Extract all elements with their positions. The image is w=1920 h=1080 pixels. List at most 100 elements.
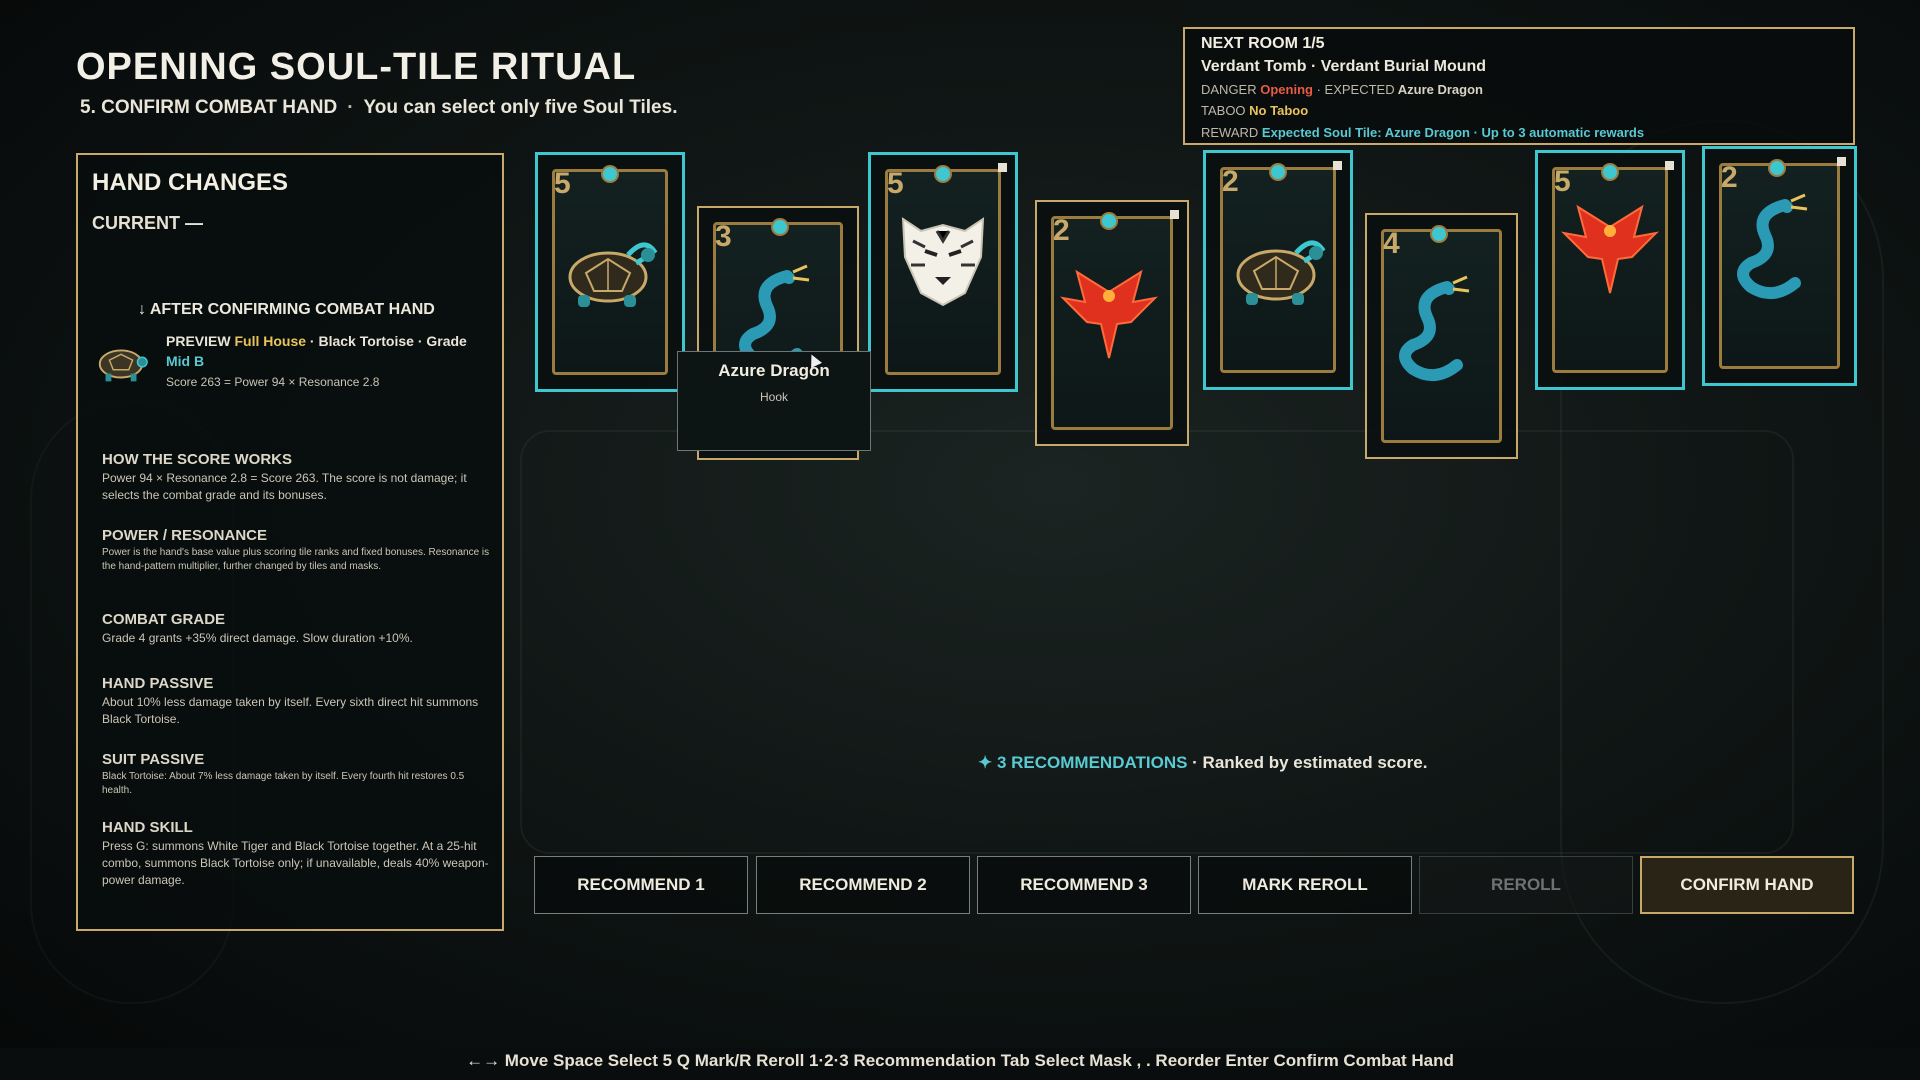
- section-body: About 10% less damage taken by itself. E…: [102, 695, 479, 726]
- preview-grade: Mid B: [166, 353, 205, 369]
- after-confirm-heading: ↓ AFTER CONFIRMING COMBAT HAND: [138, 301, 435, 318]
- recommend-3-button[interactable]: RECOMMEND 3: [977, 856, 1191, 914]
- card-rank: 2: [1222, 165, 1239, 198]
- corner-marker: [1665, 161, 1674, 170]
- gem-icon: [601, 165, 619, 183]
- soul-tile-card[interactable]: 5: [868, 152, 1018, 392]
- tiger-icon: [901, 217, 985, 307]
- section-body: Power is the hand's base value plus scor…: [102, 547, 490, 572]
- phoenix-icon: [1060, 269, 1158, 359]
- controls-hints: ←→ Move Space Select 5 Q Mark/R Reroll 1…: [466, 1051, 1454, 1070]
- card-rank: 5: [1554, 165, 1571, 198]
- preview-hand: Full House: [234, 333, 307, 349]
- gem-icon: [1768, 159, 1786, 177]
- card-rank: 3: [715, 220, 732, 253]
- card-rank: 5: [887, 167, 904, 200]
- expected-label: · EXPECTED: [1316, 82, 1395, 97]
- step-label: 5. CONFIRM COMBAT HAND: [80, 97, 338, 118]
- section-heading: POWER / RESONANCE: [102, 527, 268, 544]
- section-suit-passive: SUIT PASSIVE Black Tortoise: About 7% le…: [102, 751, 492, 798]
- section-hand-skill: HAND SKILL Press G: summons White Tiger …: [102, 819, 492, 889]
- separator: ·: [347, 97, 354, 118]
- gem-icon: [1430, 225, 1448, 243]
- soul-tile-card[interactable]: 2: [1702, 146, 1857, 386]
- recommend-2-button[interactable]: RECOMMEND 2: [756, 856, 970, 914]
- score-line: Score 263 = Power 94 × Resonance 2.8: [166, 375, 380, 389]
- reward-value: Expected Soul Tile: Azure Dragon · Up to…: [1261, 125, 1645, 140]
- tooltip-name: Azure Dragon: [718, 361, 830, 380]
- soul-tile-card[interactable]: 5: [1535, 150, 1685, 390]
- step-note: You can select only five Soul Tiles.: [363, 97, 678, 118]
- taboo-label: TABOO: [1201, 103, 1246, 118]
- corner-marker: [1170, 210, 1179, 219]
- dragon-icon: [1399, 275, 1470, 381]
- controls-hint-bar: ←→ Move Space Select 5 Q Mark/R Reroll 1…: [0, 1048, 1920, 1080]
- preview-grade-label: Grade: [426, 333, 467, 349]
- gem-icon: [1100, 212, 1118, 230]
- section-grade: COMBAT GRADE Grade 4 grants +35% direct …: [102, 611, 492, 647]
- page-title: OPENING SOUL-TILE RITUAL: [76, 46, 637, 88]
- gem-icon: [934, 165, 952, 183]
- soul-tile-card[interactable]: 4: [1365, 213, 1518, 459]
- card-rank: 5: [554, 167, 571, 200]
- page-subtitle: 5. CONFIRM COMBAT HAND · You can select on…: [80, 97, 677, 119]
- section-hand-passive: HAND PASSIVE About 10% less damage taken…: [102, 675, 492, 728]
- taboo-value: No Taboo: [1249, 103, 1309, 118]
- soul-tile-card[interactable]: 2: [1203, 150, 1353, 390]
- preview-line: PREVIEW Full House · Black Tortoise · Gr…: [166, 331, 496, 371]
- section-score: HOW THE SCORE WORKS Power 94 × Resonance…: [102, 451, 492, 504]
- preview-suit: Black Tortoise: [318, 333, 414, 349]
- soul-tile-card[interactable]: 2: [1035, 200, 1189, 446]
- next-room-panel: NEXT ROOM 1/5 Verdant Tomb · Verdant Bur…: [1183, 27, 1855, 145]
- section-heading: COMBAT GRADE: [102, 611, 226, 628]
- next-room-location: Verdant Tomb · Verdant Burial Mound: [1201, 58, 1487, 75]
- section-body: Power 94 × Resonance 2.8 = Score 263. Th…: [102, 471, 467, 502]
- recommend-1-button[interactable]: RECOMMEND 1: [534, 856, 748, 914]
- corner-marker: [1333, 161, 1342, 170]
- section-body: Grade 4 grants +35% direct damage. Slow …: [102, 631, 413, 645]
- panel-title: HAND CHANGES: [92, 169, 289, 196]
- section-body: Press G: summons White Tiger and Black T…: [102, 839, 489, 887]
- separator: ·: [309, 333, 315, 349]
- current-hand: CURRENT —: [92, 213, 203, 233]
- gem-icon: [771, 218, 789, 236]
- card-rank: 2: [1053, 214, 1070, 247]
- hand-changes-panel: HAND CHANGES CURRENT — ↓ AFTER CONFIRMIN…: [76, 153, 504, 931]
- gem-icon: [1601, 163, 1619, 181]
- gem-icon: [1269, 163, 1287, 181]
- card-tooltip: Azure Dragon Hook: [677, 351, 871, 451]
- corner-marker: [998, 163, 1007, 172]
- section-heading: HOW THE SCORE WORKS: [102, 451, 292, 468]
- reward-line: REWARD Expected Soul Tile: Azure Dragon …: [1201, 125, 1644, 140]
- next-room-heading: NEXT ROOM 1/5: [1201, 35, 1325, 52]
- tortoise-icon: [1236, 240, 1326, 305]
- tooltip-subtitle: Hook: [759, 390, 788, 404]
- card-rank: 2: [1721, 161, 1738, 194]
- section-heading: HAND SKILL: [102, 819, 193, 836]
- danger-value: Opening: [1260, 82, 1313, 97]
- section-body: Black Tortoise: About 7% less damage tak…: [102, 771, 465, 796]
- preview-label: PREVIEW: [166, 333, 231, 349]
- card-rank: 4: [1383, 227, 1400, 260]
- phoenix-icon: [1561, 204, 1659, 294]
- separator: ·: [417, 333, 423, 349]
- section-heading: SUIT PASSIVE: [102, 751, 205, 768]
- corner-marker: [1837, 157, 1846, 166]
- danger-label: DANGER: [1201, 82, 1257, 97]
- section-heading: HAND PASSIVE: [102, 675, 214, 692]
- tortoise-icon: [568, 242, 658, 307]
- dragon-icon: [1737, 193, 1808, 299]
- soul-tile-card[interactable]: 5: [535, 152, 685, 392]
- expected-value: Azure Dragon: [1397, 82, 1483, 97]
- recommendations-note: · Ranked by estimated score.: [1192, 753, 1428, 772]
- taboo-line: TABOO No Taboo: [1201, 103, 1308, 118]
- section-power: POWER / RESONANCE Power is the hand's ba…: [102, 527, 492, 574]
- recommendations-count: ✦ 3 RECOMMENDATIONS: [978, 753, 1188, 772]
- confirm-hand-button[interactable]: CONFIRM HAND: [1640, 856, 1854, 914]
- recommendations-line: ✦ 3 RECOMMENDATIONS · Ranked by estimate…: [978, 753, 1427, 773]
- tortoise-icon: [98, 349, 148, 382]
- reward-label: REWARD: [1201, 125, 1259, 140]
- mark-reroll-button[interactable]: MARK REROLL: [1198, 856, 1412, 914]
- reroll-button[interactable]: REROLL: [1419, 856, 1633, 914]
- danger-line: DANGER Opening · EXPECTED Azure Dragon: [1201, 82, 1483, 97]
